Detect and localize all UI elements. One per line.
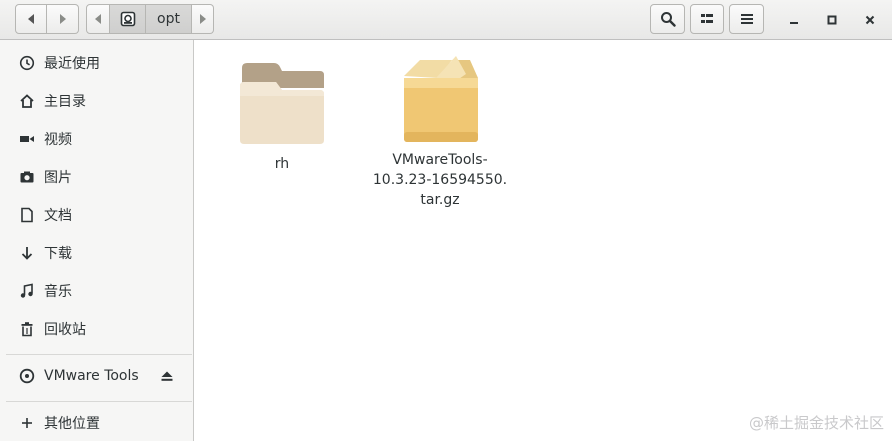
eject-button[interactable] xyxy=(158,367,176,385)
sidebar-item-label: 回收站 xyxy=(44,322,86,338)
eject-icon xyxy=(161,371,173,381)
close-icon xyxy=(865,15,875,25)
path-scroll-right-button[interactable] xyxy=(192,4,214,34)
video-camera-icon xyxy=(18,130,36,148)
sidebar-item-recent[interactable]: 最近使用 xyxy=(0,45,193,81)
chevron-right-icon xyxy=(199,14,206,24)
file-name: VMwareTools- 10.3.23-16594550. tar.gz xyxy=(364,150,516,210)
path-root-button[interactable] xyxy=(110,4,146,34)
file-item-archive[interactable]: VMwareTools- 10.3.23-16594550. tar.gz xyxy=(364,54,516,210)
watermark-text: @稀土掘金技术社区 xyxy=(748,414,884,432)
archive-box-icon xyxy=(404,56,478,142)
path-bar: opt xyxy=(86,4,214,34)
sidebar-separator xyxy=(6,354,192,355)
header-bar: opt xyxy=(0,0,892,40)
sidebar-item-label: 其他位置 xyxy=(44,416,100,432)
sidebar-item-home[interactable]: 主目录 xyxy=(0,83,193,119)
file-name-line: tar.gz xyxy=(420,192,460,208)
close-button[interactable] xyxy=(858,8,882,32)
trash-icon xyxy=(18,320,36,338)
forward-button[interactable] xyxy=(47,4,79,34)
search-icon xyxy=(660,12,676,27)
recent-clock-icon xyxy=(18,54,36,72)
sidebar-separator xyxy=(6,401,192,402)
sidebar-item-videos[interactable]: 视频 xyxy=(0,121,193,157)
maximize-button[interactable] xyxy=(820,8,844,32)
drive-icon xyxy=(120,11,135,27)
music-note-icon xyxy=(18,282,36,300)
chevron-right-icon xyxy=(59,14,66,24)
sidebar-item-vmware-tools[interactable]: VMware Tools xyxy=(0,358,193,394)
sidebar-item-label: VMware Tools xyxy=(44,368,139,384)
sidebar-item-label: 文档 xyxy=(44,208,72,224)
back-button[interactable] xyxy=(15,4,47,34)
camera-icon xyxy=(18,168,36,186)
folder-icon xyxy=(240,63,324,144)
search-button[interactable] xyxy=(650,4,685,34)
sidebar-item-trash[interactable]: 回收站 xyxy=(0,311,193,347)
sidebar-item-label: 图片 xyxy=(44,170,72,186)
view-mode-button[interactable] xyxy=(690,4,724,34)
chevron-left-icon xyxy=(95,14,101,24)
sidebar-item-pictures[interactable]: 图片 xyxy=(0,159,193,195)
document-icon xyxy=(18,206,36,224)
minimize-icon xyxy=(790,22,798,24)
sidebar-item-label: 下载 xyxy=(44,246,72,262)
sidebar-item-label: 最近使用 xyxy=(44,56,100,72)
file-name-line: VMwareTools- xyxy=(392,152,488,168)
sidebar: 最近使用 主目录 视频 图片 文档 下载 音乐 回收站 VMware Tools… xyxy=(0,40,194,441)
disc-icon xyxy=(18,367,36,385)
file-item-folder[interactable]: rh xyxy=(224,60,340,174)
maximize-icon xyxy=(827,15,837,25)
download-arrow-icon xyxy=(18,244,36,262)
sidebar-item-label: 音乐 xyxy=(44,284,72,300)
plus-icon xyxy=(18,414,36,432)
sidebar-item-downloads[interactable]: 下载 xyxy=(0,235,193,271)
chevron-left-icon xyxy=(28,14,34,24)
file-view: rh VMwareTools- 10.3.23-16594550. tar.gz xyxy=(194,40,892,441)
navigation-buttons xyxy=(15,4,79,34)
sidebar-item-label: 视频 xyxy=(44,132,72,148)
path-crumb-opt[interactable]: opt xyxy=(146,4,192,34)
file-name: rh xyxy=(274,156,290,172)
file-name-line: 10.3.23-16594550. xyxy=(372,172,508,188)
sidebar-item-label: 主目录 xyxy=(44,94,86,110)
sidebar-item-music[interactable]: 音乐 xyxy=(0,273,193,309)
home-icon xyxy=(18,92,36,110)
sidebar-item-documents[interactable]: 文档 xyxy=(0,197,193,233)
sidebar-item-other-locations[interactable]: 其他位置 xyxy=(0,405,193,441)
list-view-icon xyxy=(701,14,713,23)
minimize-button[interactable] xyxy=(782,8,806,32)
path-scroll-left-button[interactable] xyxy=(86,4,110,34)
hamburger-menu-icon xyxy=(740,14,753,24)
menu-button[interactable] xyxy=(729,4,764,34)
